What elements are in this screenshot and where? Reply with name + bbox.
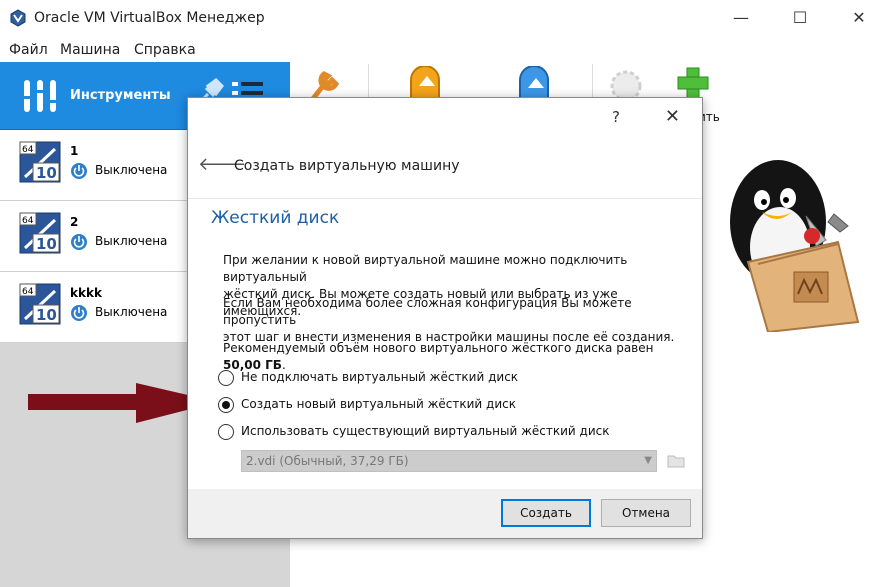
radio-create-disk-label[interactable]: Создать новый виртуальный жёсткий диск xyxy=(241,397,516,411)
dialog-divider xyxy=(188,198,702,199)
menu-help[interactable]: Справка xyxy=(134,42,196,58)
create-button[interactable]: Создать xyxy=(501,499,591,527)
advanced-line-1: Если Вам необходима более сложная конфиг… xyxy=(223,296,632,327)
virtualbox-app-icon xyxy=(10,9,26,27)
page-heading: Жесткий диск xyxy=(211,208,340,228)
toolbar-separator xyxy=(592,64,593,98)
dialog-help-button[interactable]: ? xyxy=(612,108,620,126)
vm-state: Выключена xyxy=(95,234,168,248)
svg-text:64: 64 xyxy=(22,145,34,155)
vm-name: kkkk xyxy=(70,286,102,300)
existing-disk-value: 2.vdi (Обычный, 37,29 ГБ) xyxy=(246,454,409,468)
title-bar: Oracle VM VirtualBox Менеджер — ☐ ✕ xyxy=(0,0,883,38)
power-off-icon xyxy=(71,163,87,179)
windows10-os-icon: 64 10 xyxy=(19,212,61,254)
svg-text:64: 64 xyxy=(22,216,34,226)
tools-label: Инструменты xyxy=(70,88,171,103)
vm-state: Выключена xyxy=(95,305,168,319)
vm-name: 1 xyxy=(70,144,79,158)
recommended-size-text: Рекомендуемый объём нового виртуального … xyxy=(223,341,654,372)
tools-icon xyxy=(23,80,57,112)
dialog-title: Создать виртуальную машину xyxy=(234,158,460,174)
maximize-button[interactable]: ☐ xyxy=(777,4,823,32)
minimize-button[interactable]: — xyxy=(718,4,764,32)
vm-name: 2 xyxy=(70,215,79,229)
power-off-icon xyxy=(71,234,87,250)
close-button[interactable]: ✕ xyxy=(836,4,882,32)
chevron-down-icon: ▼ xyxy=(644,455,652,466)
toolbar-separator xyxy=(368,64,369,98)
windows10-os-icon: 64 10 xyxy=(19,141,61,183)
radio-existing-disk[interactable] xyxy=(218,424,234,440)
intro-line-1: При желании к новой виртуальной машине м… xyxy=(223,253,628,284)
radio-no-disk-label[interactable]: Не подключать виртуальный жёсткий диск xyxy=(241,370,518,384)
dialog-close-button[interactable]: ✕ xyxy=(665,106,680,127)
window-title: Oracle VM VirtualBox Менеджер xyxy=(34,10,265,26)
dialog-footer: Создать Отмена xyxy=(188,489,702,538)
create-vm-dialog: ? ✕ 🡐 Создать виртуальную машину Жесткий… xyxy=(187,97,703,539)
svg-text:10: 10 xyxy=(36,235,57,253)
svg-text:64: 64 xyxy=(22,287,34,297)
vm-state: Выключена xyxy=(95,163,168,177)
folder-browse-icon[interactable] xyxy=(666,450,686,470)
windows10-os-icon: 64 10 xyxy=(19,283,61,325)
radio-create-disk[interactable] xyxy=(218,397,234,413)
existing-disk-select[interactable]: 2.vdi (Обычный, 37,29 ГБ) ▼ xyxy=(241,450,657,472)
power-off-icon xyxy=(71,305,87,321)
radio-no-disk[interactable] xyxy=(218,370,234,386)
cancel-button[interactable]: Отмена xyxy=(601,499,691,527)
new-vm-icon[interactable] xyxy=(675,66,711,100)
menu-machine[interactable]: Машина xyxy=(60,42,120,58)
svg-text:10: 10 xyxy=(36,306,57,324)
radio-existing-disk-label[interactable]: Использовать существующий виртуальный жё… xyxy=(241,424,609,438)
advanced-paragraph: Если Вам необходима более сложная конфиг… xyxy=(223,295,693,346)
menu-file[interactable]: Файл xyxy=(9,42,48,58)
menu-bar: Файл Машина Справка xyxy=(0,38,883,62)
penguin-toolbox-illustration xyxy=(730,160,860,332)
svg-text:10: 10 xyxy=(36,164,57,182)
